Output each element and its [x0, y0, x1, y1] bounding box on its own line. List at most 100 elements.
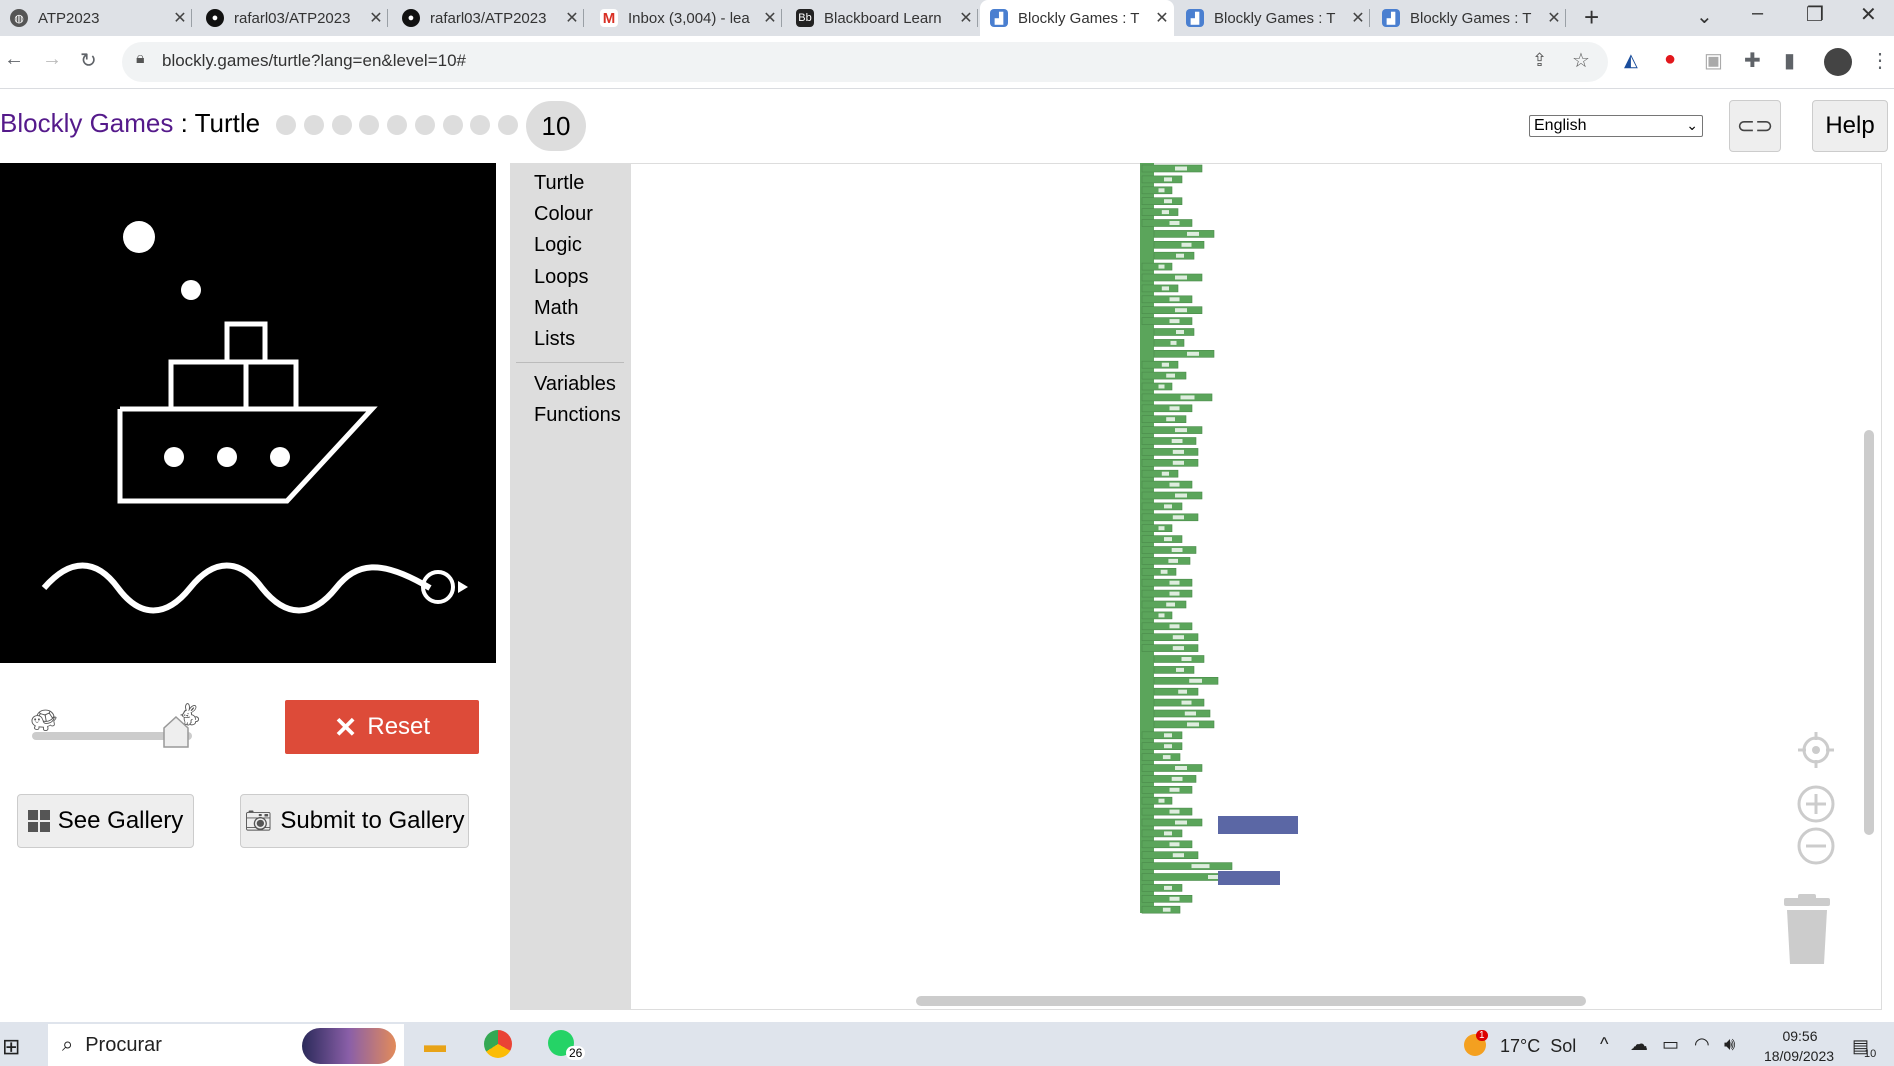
taskbar-search-box[interactable]: ⌕ Procurar [48, 1024, 404, 1066]
level-dot[interactable] [415, 115, 435, 135]
block-field [1158, 798, 1165, 803]
bookmark-star-icon[interactable]: ☆ [1572, 48, 1590, 73]
level-dot[interactable] [498, 115, 518, 135]
see-gallery-button[interactable]: See Gallery [17, 794, 194, 848]
more-menu-icon[interactable]: ⋮ [1870, 48, 1890, 73]
horizontal-scrollbar[interactable] [916, 996, 1586, 1006]
current-level-badge[interactable]: 10 [526, 101, 586, 151]
github-icon: ● [206, 9, 224, 27]
blockly-games-link[interactable]: Blockly Games [0, 108, 173, 138]
file-explorer-icon[interactable]: ▬ [424, 1032, 446, 1058]
extension-icon[interactable]: ▣ [1704, 48, 1723, 73]
share-icon[interactable]: ⇪ [1532, 50, 1547, 71]
language-select[interactable]: English ⌄ [1529, 115, 1703, 137]
code-block [1153, 698, 1205, 707]
submit-to-gallery-button[interactable]: 📷︎ Submit to Gallery [240, 794, 469, 848]
toolbox-category-variables[interactable]: Variables [534, 373, 616, 396]
new-tab-icon[interactable]: + [1584, 2, 1599, 33]
close-icon[interactable]: ✕ [364, 8, 388, 28]
block-field [1168, 558, 1178, 563]
level-dot[interactable] [387, 115, 407, 135]
extension-icon[interactable]: ◭ [1624, 50, 1638, 71]
code-block [1141, 491, 1203, 500]
code-block [1141, 415, 1187, 423]
code-block [1141, 360, 1179, 369]
side-panel-icon[interactable]: ▮ [1784, 48, 1795, 73]
zoom-in-icon[interactable] [1796, 784, 1836, 824]
minimize-icon[interactable]: – [1752, 2, 1763, 25]
help-button[interactable]: Help [1812, 100, 1888, 152]
onedrive-icon[interactable]: ☁ [1630, 1034, 1648, 1055]
block-field [1191, 864, 1210, 869]
level-dot[interactable] [332, 115, 352, 135]
code-block [1141, 851, 1199, 860]
search-icon: ⌕ [62, 1033, 74, 1056]
opera-extension-icon[interactable]: ● [1664, 48, 1676, 71]
porthole [270, 447, 290, 467]
browser-tab[interactable]: ▟ Blockly Games : T ✕ [1176, 0, 1370, 36]
toolbox-category-loops[interactable]: Loops [534, 266, 589, 289]
recenter-icon[interactable] [1796, 730, 1836, 770]
windows-start-icon[interactable]: ⊞ [2, 1034, 20, 1060]
code-block [1141, 404, 1193, 413]
window-close-icon[interactable]: ✕ [1860, 2, 1877, 27]
code-block [1141, 480, 1193, 489]
speed-slider-thumb[interactable] [163, 716, 189, 748]
toolbox-category-logic[interactable]: Logic [534, 234, 582, 257]
reload-icon[interactable]: ↻ [80, 48, 97, 73]
battery-icon[interactable]: ▭ [1662, 1034, 1679, 1055]
chevron-up-icon[interactable]: ^ [1600, 1034, 1608, 1055]
block-program[interactable] [1138, 163, 1358, 915]
close-icon[interactable]: ✕ [1542, 8, 1566, 28]
close-icon[interactable]: ✕ [1346, 8, 1370, 28]
reset-button[interactable]: ✕ Reset [285, 700, 479, 754]
browser-tab[interactable]: ● rafarl03/ATP2023 ✕ [392, 0, 584, 36]
browser-tab[interactable]: ● rafarl03/ATP2023 ✕ [196, 0, 388, 36]
code-block [1141, 884, 1183, 892]
browser-tab[interactable]: ◍ ATP2023 ✕ [0, 0, 192, 36]
volume-icon[interactable]: 🔊︎ [1724, 1034, 1735, 1055]
wifi-icon[interactable]: ◠ [1694, 1034, 1710, 1055]
close-icon[interactable]: ✕ [1150, 8, 1174, 28]
zoom-out-icon[interactable] [1796, 826, 1836, 866]
clock-time[interactable]: 09:56 [1770, 1028, 1830, 1044]
clock-date[interactable]: 18/09/2023 [1756, 1048, 1842, 1064]
restore-icon[interactable]: ❐ [1806, 2, 1824, 27]
browser-tab-active[interactable]: ▟ Blockly Games : T ✕ [980, 0, 1174, 36]
block-field [1171, 776, 1183, 781]
code-block [1141, 753, 1181, 761]
code-block [1141, 262, 1173, 271]
close-icon[interactable]: ✕ [168, 8, 192, 28]
back-icon[interactable]: ← [4, 48, 24, 71]
level-dot[interactable] [359, 115, 379, 135]
close-icon[interactable]: ✕ [560, 8, 584, 28]
link-button[interactable]: ⊂⊃ [1729, 100, 1781, 152]
extensions-puzzle-icon[interactable]: ✚ [1744, 48, 1761, 73]
block-field [1158, 188, 1165, 193]
vertical-scrollbar[interactable] [1864, 430, 1874, 835]
browser-tab[interactable]: M Inbox (3,004) - lea ✕ [590, 0, 782, 36]
level-dot[interactable] [304, 115, 324, 135]
block-field [1169, 297, 1180, 302]
trash-can-icon[interactable] [1782, 894, 1832, 966]
blockly-icon: ▟ [990, 9, 1008, 27]
avatar[interactable] [1824, 48, 1852, 76]
chrome-icon[interactable] [484, 1030, 512, 1058]
weather-text[interactable]: 17°C Sol [1500, 1036, 1576, 1057]
forward-icon[interactable]: → [42, 48, 62, 71]
toolbox-category-lists[interactable]: Lists [534, 328, 575, 351]
toolbox-category-turtle[interactable]: Turtle [534, 172, 584, 195]
level-dot[interactable] [443, 115, 463, 135]
toolbox-category-functions[interactable]: Functions [534, 404, 621, 427]
code-block [1141, 164, 1203, 173]
level-dot[interactable] [470, 115, 490, 135]
level-dot[interactable] [276, 115, 296, 135]
close-icon[interactable]: ✕ [954, 8, 978, 28]
browser-tab[interactable]: ▟ Blockly Games : T ✕ [1372, 0, 1566, 36]
browser-tab[interactable]: Bb Blackboard Learn ✕ [786, 0, 978, 36]
toolbox-category-colour[interactable]: Colour [534, 203, 593, 226]
toolbox-category-math[interactable]: Math [534, 297, 578, 320]
tab-search-icon[interactable]: ⌄ [1696, 4, 1713, 29]
close-icon[interactable]: ✕ [758, 8, 782, 28]
address-bar[interactable]: 🔒︎ blockly.games/turtle?lang=en&level=10… [122, 42, 1608, 82]
